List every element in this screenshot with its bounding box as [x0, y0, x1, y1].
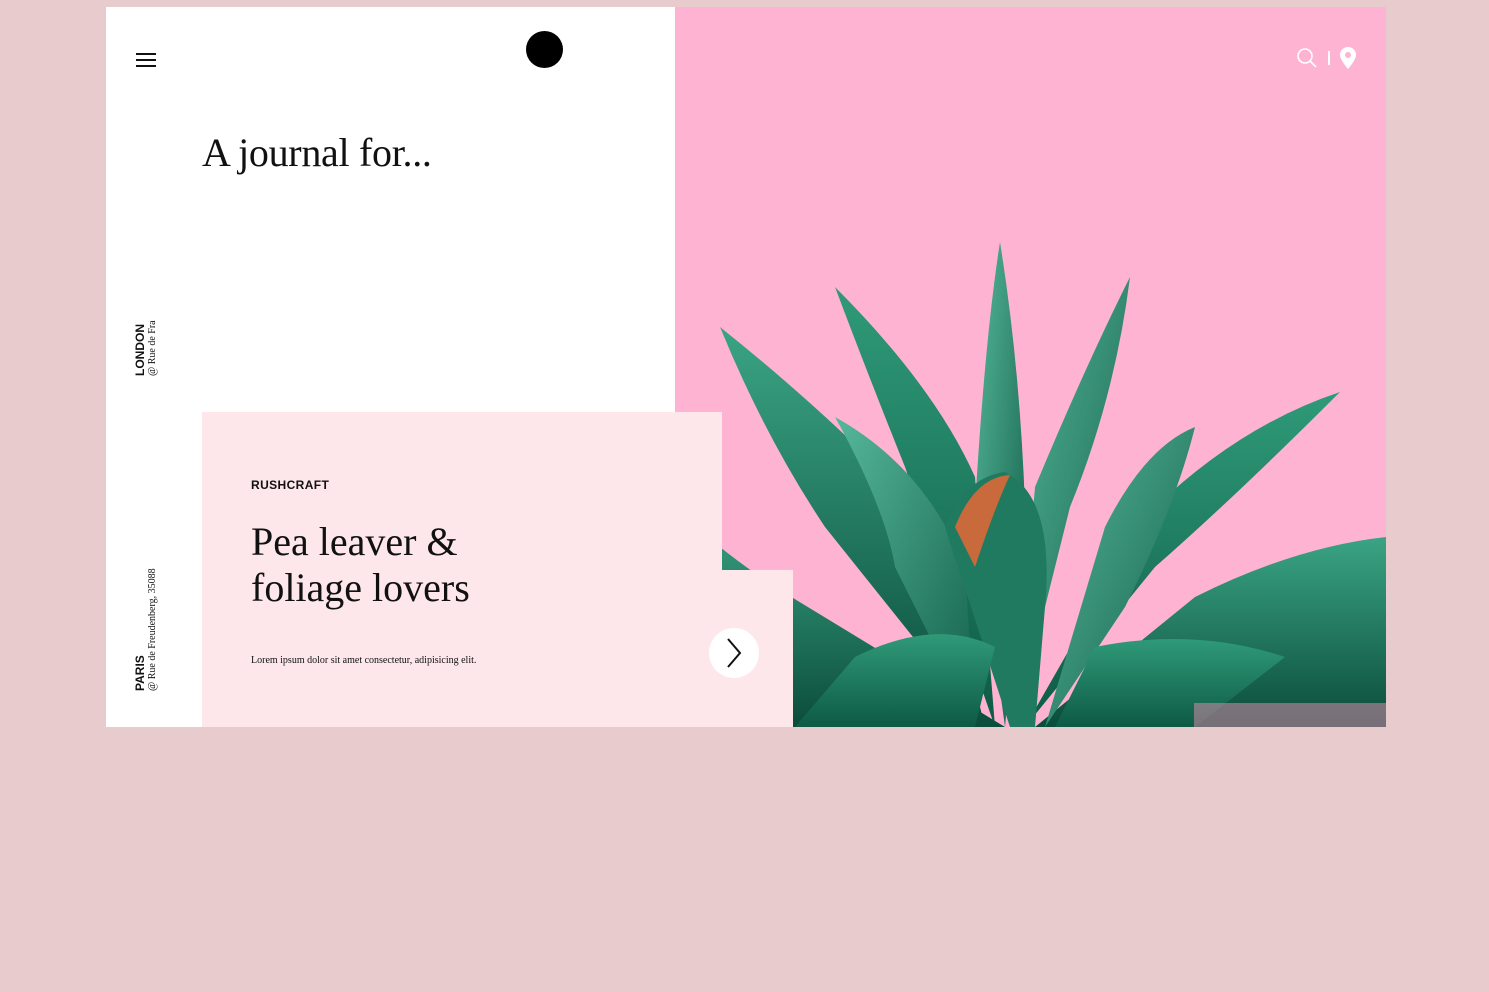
location-address: @ Rue de Freudenberg, 35088 [147, 568, 158, 691]
page: A journal for... LONDON @ Rue de Fra PAR… [106, 7, 1386, 727]
chevron-right-icon [727, 638, 742, 668]
map-pin-icon[interactable] [1340, 47, 1356, 69]
card-kicker: RUSHCRAFT [251, 478, 330, 492]
hamburger-icon[interactable] [136, 53, 156, 67]
card-title-line2: foliage lovers [251, 565, 470, 610]
watermark [1194, 703, 1386, 727]
location-city: LONDON [133, 324, 147, 376]
header-actions [1296, 47, 1356, 69]
location-london: LONDON @ Rue de Fra [133, 320, 159, 376]
location-city: PARIS [133, 655, 147, 691]
card-title-line1: Pea leaver & [251, 519, 458, 564]
divider [1328, 51, 1330, 65]
location-paris: PARIS @ Rue de Freudenberg, 35088 [133, 568, 159, 691]
next-button[interactable] [709, 628, 759, 678]
search-icon[interactable] [1296, 47, 1318, 69]
location-address: @ Rue de Fra [147, 320, 158, 376]
page-title: A journal for... [202, 130, 432, 175]
card-description: Lorem ipsum dolor sit amet consectetur, … [251, 655, 477, 666]
feature-card: RUSHCRAFT Pea leaver & foliage lovers Lo… [202, 412, 722, 727]
logo[interactable] [526, 31, 563, 68]
card-title: Pea leaver & foliage lovers [251, 519, 551, 611]
